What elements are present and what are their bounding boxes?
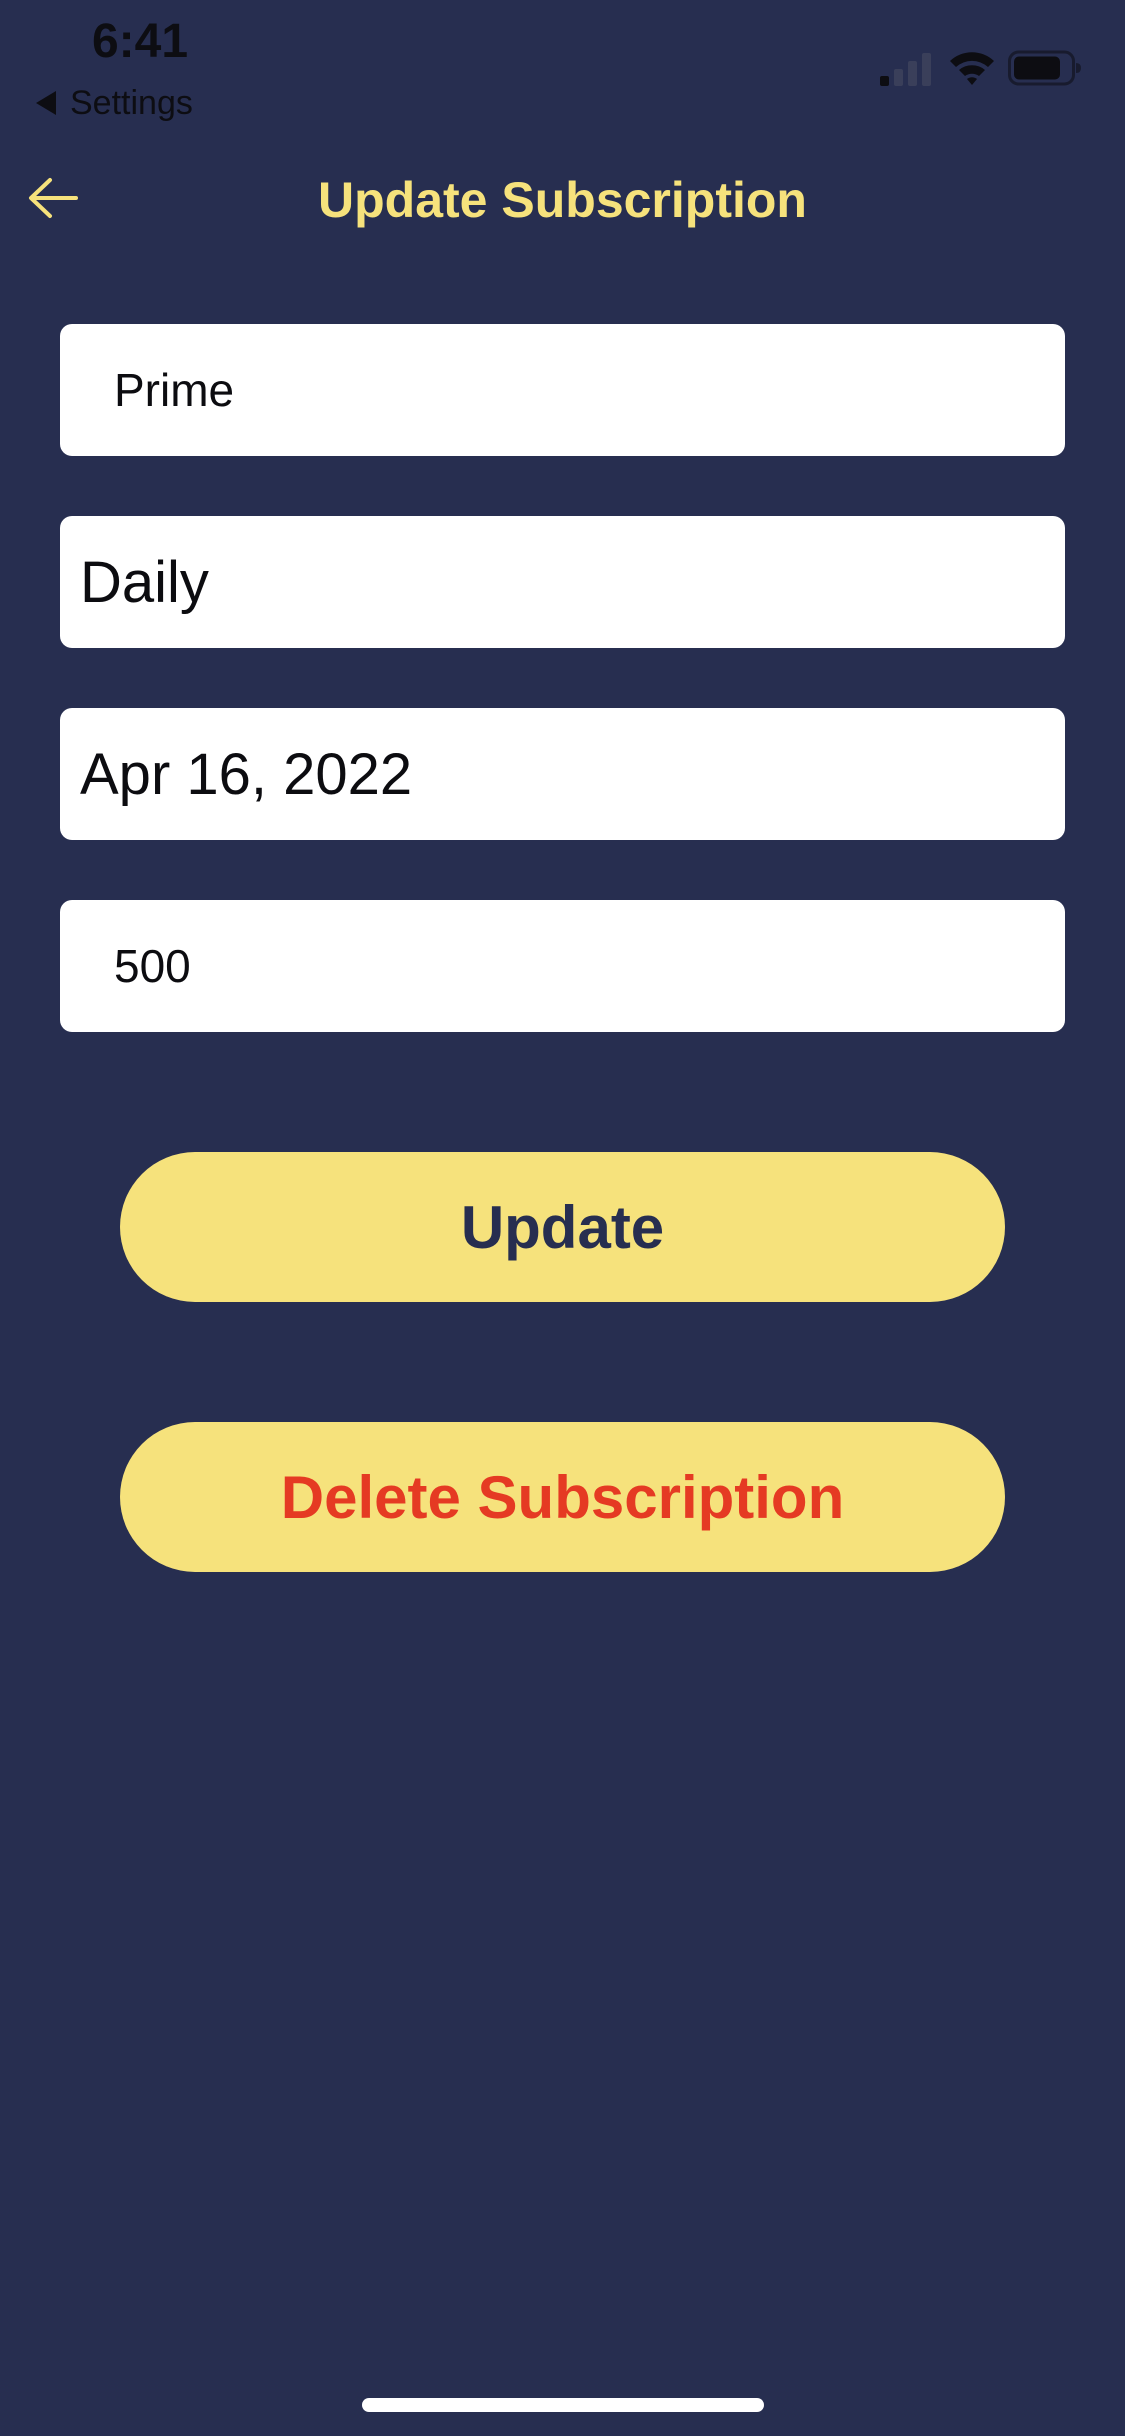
cellular-signal-icon [880, 53, 931, 86]
date-value: Apr 16, 2022 [80, 741, 413, 807]
back-to-app-link[interactable]: Settings [30, 80, 193, 126]
back-triangle-icon [36, 91, 56, 115]
frequency-value: Daily [80, 549, 209, 615]
frequency-picker[interactable]: Daily [60, 516, 1065, 648]
battery-icon [1008, 50, 1081, 86]
amount-input[interactable] [114, 939, 1065, 993]
subscription-name-field[interactable] [60, 324, 1065, 456]
date-picker[interactable]: Apr 16, 2022 [60, 708, 1065, 840]
wifi-icon [950, 52, 994, 85]
amount-field[interactable] [60, 900, 1065, 1032]
subscription-name-input[interactable] [114, 363, 1065, 417]
update-button[interactable]: Update [120, 1152, 1005, 1302]
back-app-label: Settings [70, 83, 193, 122]
home-indicator[interactable] [362, 2398, 764, 2412]
page-title: Update Subscription [318, 172, 807, 228]
status-bar-time: 6:41 [91, 15, 189, 68]
delete-subscription-button[interactable]: Delete Subscription [120, 1422, 1005, 1572]
